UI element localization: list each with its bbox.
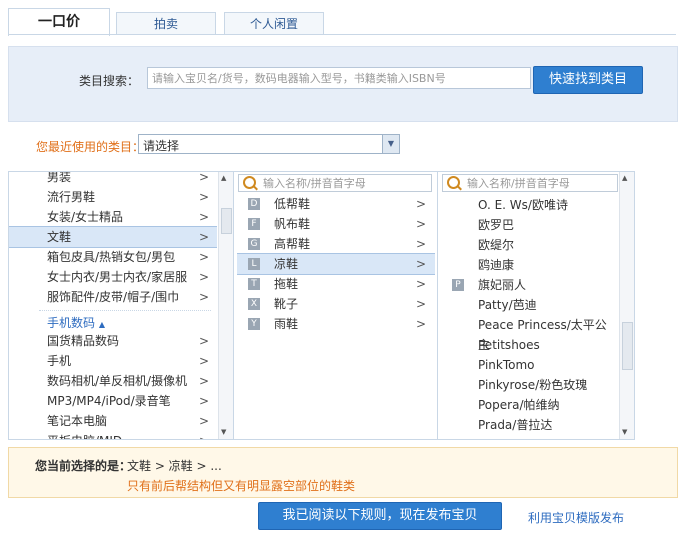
scroll-up-icon[interactable]: ▲ [221,174,226,182]
subcategory-item[interactable]: F 帆布鞋 > [234,214,437,234]
category-column-3: 输入名称/拼音首字母 O. E. Ws/欧唯诗 欧罗巴 欧缇尔 鸥迪康 P 旗妃丽… [437,171,635,440]
search-icon [447,176,460,189]
subcategory-item-selected[interactable]: L 凉鞋 > [237,253,435,275]
category-item[interactable]: 男装 > [9,171,217,187]
tab-personal-idle[interactable]: 个人闲置 [224,12,324,35]
subcategory-item[interactable]: Y 雨鞋 > [234,314,437,334]
recent-category-label: 您最近使用的类目： [36,140,145,154]
current-selection-path: 文鞋 > 凉鞋 > ... [127,459,222,473]
category-item[interactable]: 平板电脑/MID> [9,431,217,439]
search-icon [243,176,256,189]
chevron-right-icon: > [199,250,210,264]
brand-item[interactable]: O. E. Ws/欧唯诗 [438,195,618,215]
category-description: 只有前后帮结构但又有明显露空部位的鞋类 [127,479,356,493]
chevron-down-icon[interactable]: ▼ [382,135,399,153]
category-search-panel: 类目搜索： 请输入宝贝名/货号，数码电器输入型号，书籍类输入ISBN号 快速找到… [8,46,678,122]
brand-item[interactable]: PinkTomo [438,355,618,375]
chevron-right-icon: > [199,171,210,184]
chevron-right-icon: > [416,297,427,311]
letter-badge: F [248,218,260,230]
brand-item[interactable]: Patty/芭迪 [438,295,618,315]
brand-item[interactable]: Prada/普拉达 [438,415,618,435]
category-item[interactable]: 笔记本电脑 > [9,411,217,431]
brand-item[interactable]: 鸥迪康 [438,255,618,275]
category-item[interactable]: 数码相机/单反相机/摄像机 > [9,371,217,391]
letter-badge: D [248,198,260,210]
chevron-right-icon: > [199,270,210,284]
scroll-down-icon[interactable]: ▼ [221,428,226,436]
category-item[interactable]: 女装/女士精品 > [9,207,217,227]
template-publish-link[interactable]: 利用宝贝模版发布 [528,509,624,526]
chevron-right-icon: > [416,277,427,291]
letter-badge: Y [248,318,260,330]
chevron-right-icon: > [416,317,427,331]
scrollbar[interactable]: ▲ ▼ [218,172,233,439]
letter-badge: L [248,258,260,270]
brand-item[interactable]: P 旗妃丽人 [438,275,618,295]
category-column-1: 男装 > 流行男鞋 > 女装/女士精品 > 文鞋 > 箱包皮具/热销女包/男包 > 女士内… [8,171,234,440]
scroll-thumb[interactable] [221,208,232,234]
chevron-right-icon: > [199,230,210,244]
subcategory-item[interactable]: G 高帮鞋 > [234,234,437,254]
letter-badge: X [248,298,260,310]
scroll-down-icon[interactable]: ▼ [622,428,627,436]
tab-auction[interactable]: 拍卖 [116,12,216,35]
search-input[interactable]: 请输入宝贝名/货号，数码电器输入型号，书籍类输入ISBN号 [147,67,531,89]
category-item[interactable]: MP3/MP4/iPod/录音笔 > [9,391,217,411]
letter-badge: T [248,278,260,290]
chevron-right-icon: > [416,197,427,211]
chevron-right-icon: > [199,290,210,304]
scrollbar[interactable]: ▲ ▼ [619,172,634,439]
brand-item[interactable]: Petitshoes [438,335,618,355]
scroll-thumb[interactable] [622,322,633,370]
letter-badge: P [452,279,464,291]
search-label: 类目搜索： [79,74,140,88]
letter-badge: G [248,238,260,250]
chevron-right-icon: > [416,257,427,271]
scroll-up-icon[interactable]: ▲ [622,174,627,182]
recent-category-select[interactable]: 请选择 ▼ [138,134,400,154]
tab-divider [8,34,676,35]
group-divider [39,310,211,311]
chevron-right-icon: > [199,334,210,348]
brand-item[interactable]: Pinkyrose/粉色玫瑰 [438,375,618,395]
category-item[interactable]: 国货精品数码 > [9,331,217,351]
chevron-right-icon: > [199,431,209,439]
subcategory-item[interactable]: X 靴子 > [234,294,437,314]
current-selection-label: 您当前选择的是： [35,459,132,473]
chevron-right-icon: > [416,237,427,251]
group-title-digital[interactable]: 手机数码 ▲ [47,314,105,331]
chevron-right-icon: > [199,414,210,428]
brand-item[interactable]: 欧缇尔 [438,235,618,255]
category-column-2: 输入名称/拼音首字母 D 低帮鞋 > F 帆布鞋 > G 高帮鞋 > L 凉鞋 > T 拖鞋 > X… [233,171,438,440]
subcategory-item[interactable]: D 低帮鞋 > [234,194,437,214]
current-selection-bar: 您当前选择的是： 文鞋 > 凉鞋 > ... 只有前后帮结构但又有明显露空部位的… [8,447,678,498]
chevron-right-icon: > [199,394,210,408]
chevron-right-icon: > [416,217,427,231]
category-item[interactable]: 女士内衣/男士内衣/家居服 > [9,267,217,287]
category-item[interactable]: 手机 > [9,351,217,371]
caret-up-icon: ▲ [98,320,105,329]
category-item[interactable]: 箱包皮具/热销女包/男包 > [9,247,217,267]
brand-item[interactable]: Popera/帕维纳 [438,395,618,415]
category-item-selected[interactable]: 文鞋 > [9,226,217,248]
quick-find-category-button[interactable]: 快速找到类目 [533,66,643,94]
brand-item[interactable]: Peace Princess/太平公主 [438,315,618,352]
chevron-right-icon: > [199,210,210,224]
recent-category-value: 请选择 [143,139,180,153]
chevron-right-icon: > [199,374,210,388]
filter-input[interactable]: 输入名称/拼音首字母 [442,174,618,192]
category-item[interactable]: 流行男鞋 > [9,187,217,207]
chevron-right-icon: > [199,354,210,368]
filter-input[interactable]: 输入名称/拼音首字母 [238,174,432,192]
publish-button[interactable]: 我已阅读以下规则，现在发布宝贝 [258,502,502,530]
tab-fixed-price[interactable]: 一口价 [8,8,110,36]
subcategory-item[interactable]: T 拖鞋 > [234,274,437,294]
brand-item[interactable]: 欧罗巴 [438,215,618,235]
category-item[interactable]: 服饰配件/皮带/帽子/围巾 > [9,287,217,307]
chevron-right-icon: > [199,190,210,204]
